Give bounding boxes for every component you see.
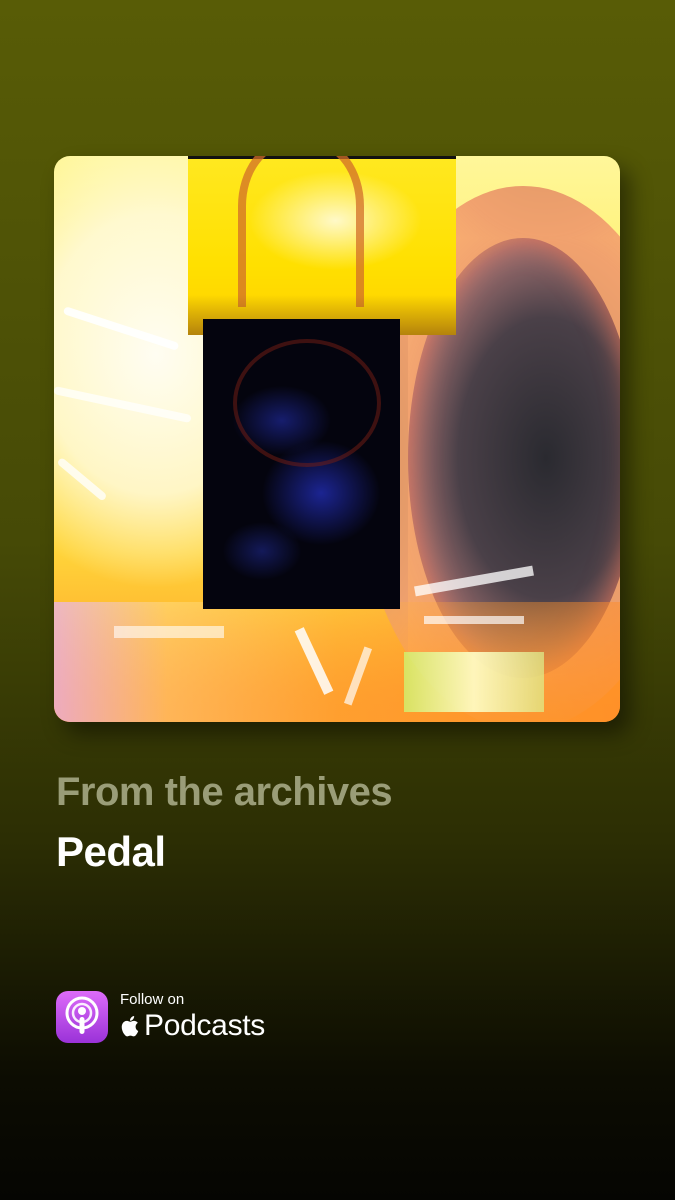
artwork-streak: [56, 456, 108, 502]
artwork-streak: [62, 306, 180, 351]
episode-artwork[interactable]: [54, 156, 620, 722]
follow-on-podcasts-badge[interactable]: Follow on Podcasts: [56, 990, 265, 1044]
apple-logo-icon: [121, 1016, 139, 1037]
follow-text: Follow on Podcasts: [120, 992, 265, 1042]
follow-on-label: Follow on: [120, 991, 185, 1008]
artwork-dark-panel: [203, 319, 400, 609]
podcasts-brand-name: Podcasts: [144, 1009, 265, 1042]
episode-subtitle: From the archives: [56, 770, 393, 814]
podcasts-brand: Podcasts: [120, 1010, 265, 1042]
artwork-green-patch: [404, 652, 544, 712]
artwork-glitch: [114, 626, 224, 638]
artwork-top-panel: [188, 156, 456, 335]
artwork-glitch: [424, 616, 524, 624]
episode-title[interactable]: Pedal: [56, 828, 166, 876]
podcasts-app-icon: [56, 991, 108, 1043]
artwork-streak: [54, 386, 192, 424]
